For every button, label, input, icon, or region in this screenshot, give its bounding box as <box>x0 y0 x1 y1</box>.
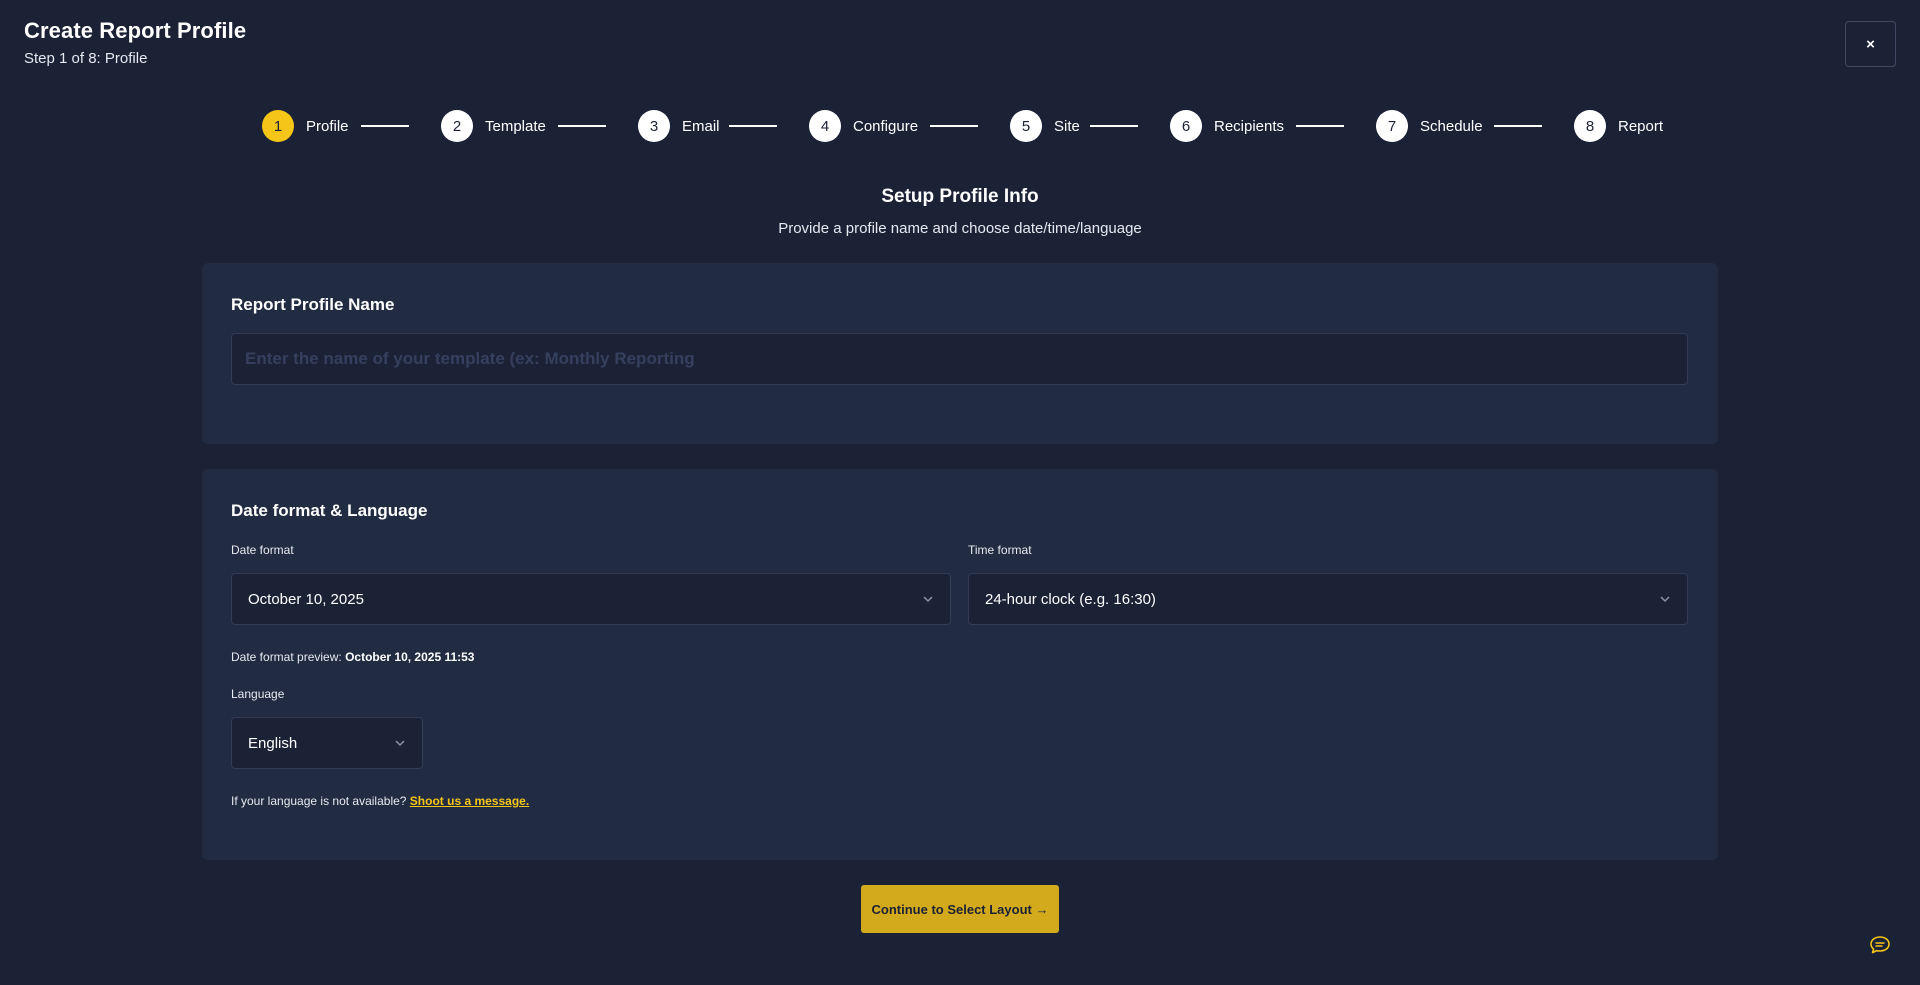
card-heading: Date format & Language <box>231 501 428 520</box>
step-number: 8 <box>1574 110 1606 142</box>
continue-button[interactable]: Continue to Select Layout → <box>861 885 1059 933</box>
step-connector <box>930 125 978 127</box>
page-title: Create Report Profile <box>24 18 247 43</box>
card-heading: Report Profile Name <box>231 295 395 314</box>
time-format-value: 24-hour clock (e.g. 16:30) <box>985 590 1156 608</box>
close-icon: × <box>1866 35 1875 53</box>
language-label: Language <box>231 687 285 701</box>
step-number: 7 <box>1376 110 1408 142</box>
step-connector <box>361 125 409 127</box>
step-label: Schedule <box>1420 117 1483 135</box>
date-format-preview: Date format preview: October 10, 2025 11… <box>231 650 474 664</box>
step-recipients[interactable]: 6 Recipients <box>1170 110 1284 142</box>
section-title: Setup Profile Info <box>881 186 1039 207</box>
contact-message-link[interactable]: Shoot us a message. <box>410 794 529 808</box>
step-connector <box>1494 125 1542 127</box>
language-select[interactable]: English <box>231 717 423 769</box>
step-connector <box>558 125 606 127</box>
step-number: 4 <box>809 110 841 142</box>
date-format-label: Date format <box>231 543 294 557</box>
step-site[interactable]: 5 Site <box>1010 110 1080 142</box>
step-connector <box>1296 125 1344 127</box>
chat-icon[interactable] <box>1869 935 1891 955</box>
page-subtitle: Step 1 of 8: Profile <box>24 50 148 67</box>
chevron-down-icon <box>1659 593 1671 605</box>
step-template[interactable]: 2 Template <box>441 110 546 142</box>
date-language-card: Date format & Language Date format Octob… <box>202 469 1718 860</box>
chevron-down-icon <box>922 593 934 605</box>
step-connector <box>729 125 777 127</box>
step-label: Profile <box>306 117 349 135</box>
step-number: 5 <box>1010 110 1042 142</box>
step-label: Email <box>682 117 720 135</box>
step-number: 2 <box>441 110 473 142</box>
step-label: Configure <box>853 117 919 135</box>
language-note-text: If your language is not available? <box>231 794 407 808</box>
wizard-stepper: 1 Profile 2 Template 3 Email 4 Configure… <box>0 110 1920 142</box>
step-label: Site <box>1054 117 1080 135</box>
date-format-value: October 10, 2025 <box>248 590 364 608</box>
section-description: Provide a profile name and choose date/t… <box>778 220 1142 237</box>
step-email[interactable]: 3 Email <box>638 110 720 142</box>
step-schedule[interactable]: 7 Schedule <box>1376 110 1483 142</box>
preview-label: Date format preview: <box>231 650 342 664</box>
step-number: 1 <box>262 110 294 142</box>
language-value: English <box>248 734 298 752</box>
language-note: If your language is not available? Shoot… <box>231 794 529 808</box>
step-label: Report <box>1618 117 1664 135</box>
page-header: Create Report Profile Step 1 of 8: Profi… <box>24 18 246 67</box>
preview-value: October 10, 2025 11:53 <box>345 650 475 664</box>
step-number: 3 <box>638 110 670 142</box>
step-number: 6 <box>1170 110 1202 142</box>
step-connector <box>1090 125 1138 127</box>
step-label: Recipients <box>1214 117 1285 135</box>
time-format-select[interactable]: 24-hour clock (e.g. 16:30) <box>968 573 1688 625</box>
step-profile[interactable]: 1 Profile <box>262 110 349 142</box>
profile-name-input[interactable] <box>231 333 1688 385</box>
profile-name-card: Report Profile Name <box>202 263 1718 444</box>
date-format-select[interactable]: October 10, 2025 <box>231 573 951 625</box>
chevron-down-icon <box>394 737 406 749</box>
step-report[interactable]: 8 Report <box>1574 110 1663 142</box>
step-label: Template <box>485 117 546 135</box>
time-format-label: Time format <box>968 543 1032 557</box>
close-button[interactable]: × <box>1845 21 1896 67</box>
step-configure[interactable]: 4 Configure <box>809 110 918 142</box>
